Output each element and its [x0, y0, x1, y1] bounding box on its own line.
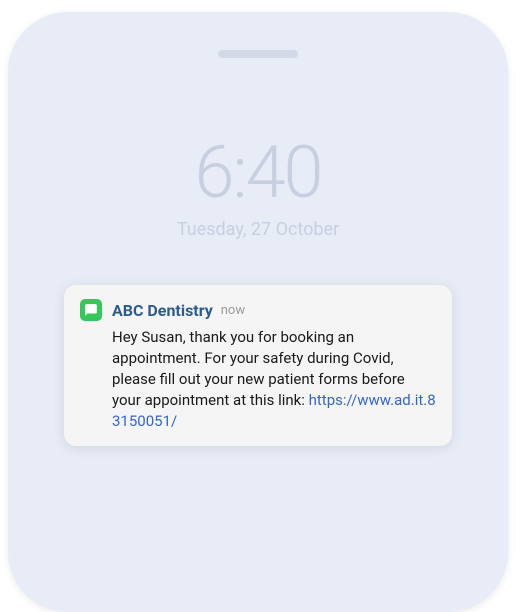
phone-frame: 6:40 Tuesday, 27 October ABC Dentistry n…: [8, 12, 508, 612]
lock-date: Tuesday, 27 October: [16, 219, 500, 240]
lock-time: 6:40: [16, 130, 500, 215]
notification-timestamp: now: [221, 303, 245, 318]
phone-speaker: [218, 50, 298, 58]
notification-body: Hey Susan, thank you for booking an appo…: [80, 327, 436, 432]
notification-app-name: ABC Dentistry: [112, 301, 213, 320]
notification-header: ABC Dentistry now: [80, 299, 436, 321]
phone-screen: 6:40 Tuesday, 27 October ABC Dentistry n…: [16, 20, 500, 604]
notification-card[interactable]: ABC Dentistry now Hey Susan, thank you f…: [64, 285, 452, 446]
messages-icon: [80, 299, 102, 321]
